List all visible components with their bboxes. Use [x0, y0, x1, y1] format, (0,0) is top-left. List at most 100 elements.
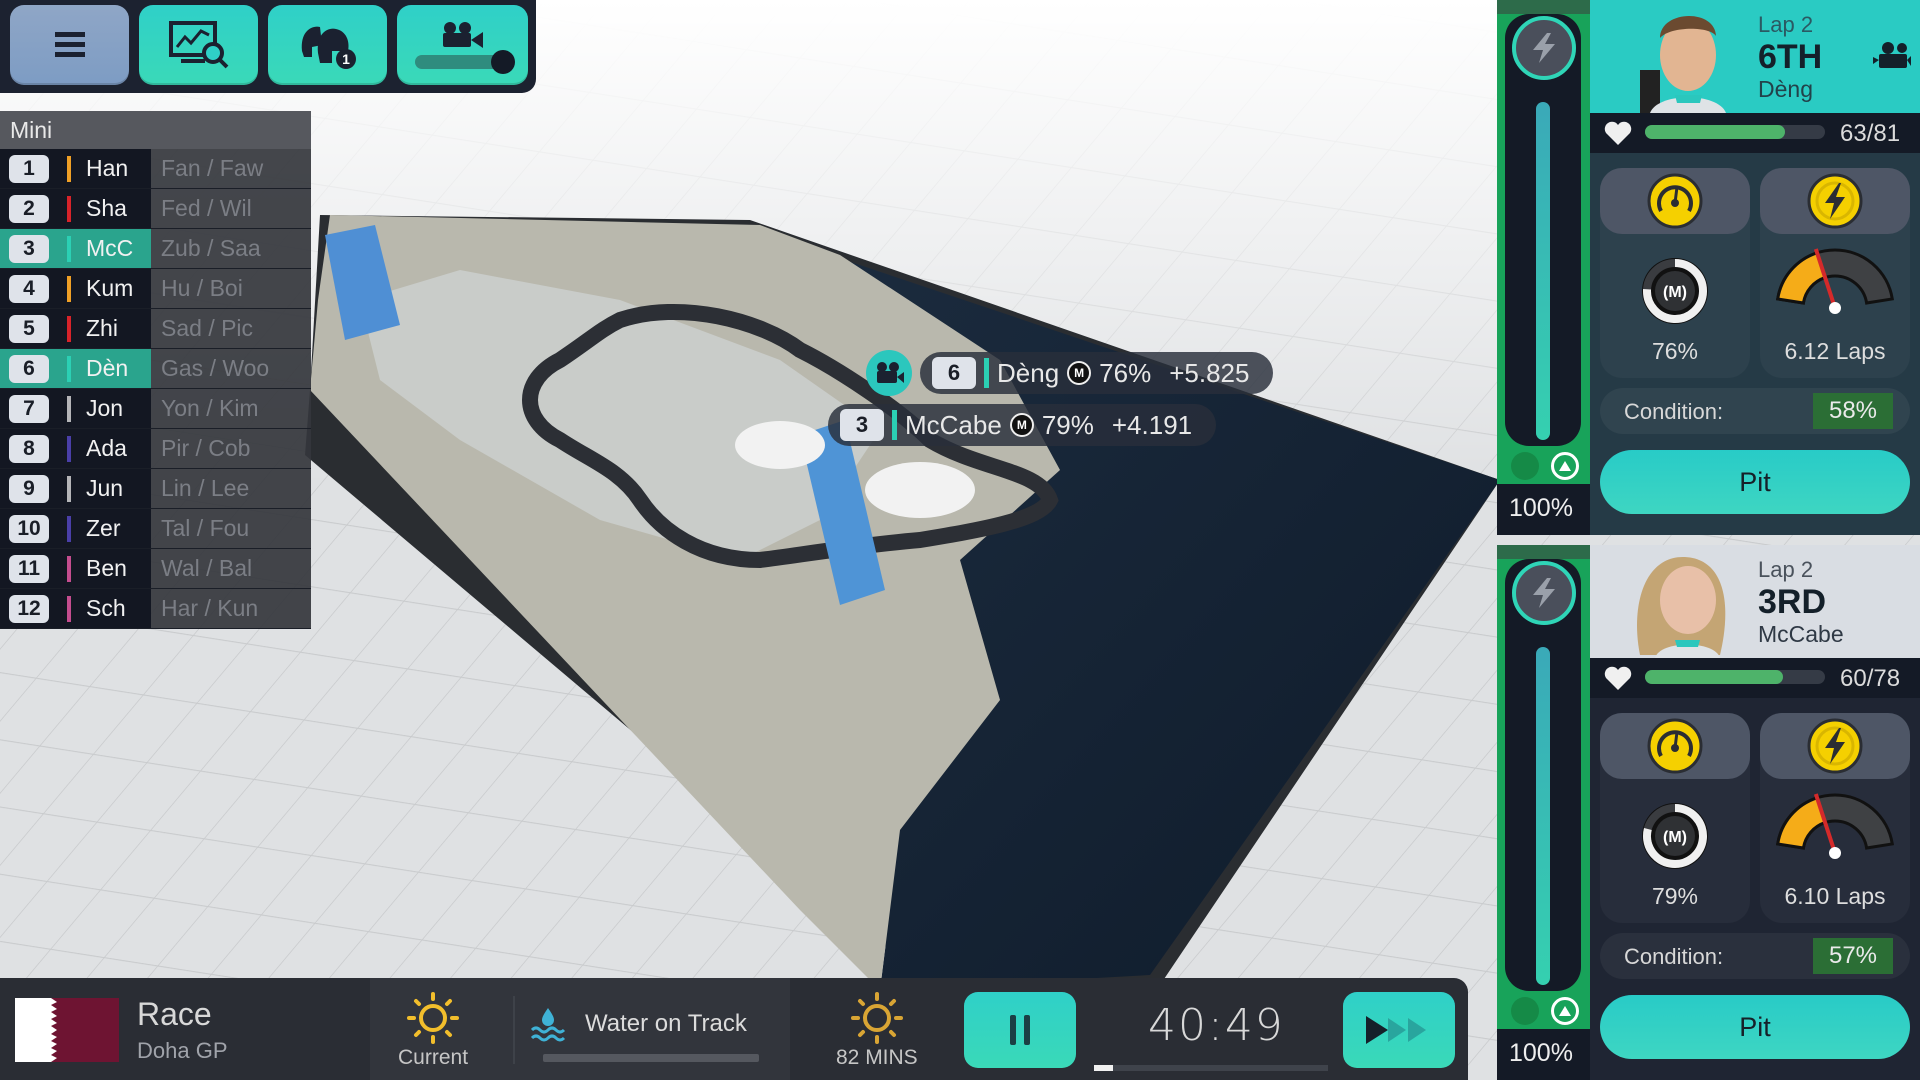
- ers-up-button[interactable]: [1551, 997, 1579, 1025]
- hamburger-menu-icon: [54, 32, 85, 57]
- driver-card: 100% Lap 2 6TH Dèng 63/81 (M) 76% 6.12 L…: [1497, 0, 1920, 535]
- lap-label: Lap 2: [1758, 557, 1814, 582]
- standings-row[interactable]: 11 Ben Wal / Bal: [0, 549, 311, 589]
- svg-text:1: 1: [342, 51, 350, 67]
- position-badge: 8: [9, 434, 49, 463]
- tag-position: 3: [840, 409, 884, 441]
- event-name: Doha GP: [137, 1038, 228, 1063]
- ers-top-strip: [1497, 0, 1590, 14]
- lightning-icon: [1533, 578, 1555, 608]
- standings-row[interactable]: 2 Sha Fed / Wil: [0, 189, 311, 229]
- standings-detail: Lin / Lee: [151, 469, 311, 508]
- ers-boost-button[interactable]: [1512, 16, 1576, 80]
- standings-row[interactable]: 6 Dèn Gas / Woo: [0, 349, 311, 389]
- fuel-stat-box[interactable]: 6.12 Laps: [1760, 168, 1910, 378]
- ers-track: [1505, 559, 1581, 991]
- pause-icon: [1010, 1015, 1030, 1045]
- pause-button[interactable]: [964, 992, 1076, 1068]
- ers-mode-indicator[interactable]: [1511, 452, 1539, 480]
- tag-tire-pct: 79%: [1041, 409, 1094, 440]
- ers-percent: 100%: [1509, 1039, 1573, 1067]
- ers-mode-indicator[interactable]: [1511, 997, 1539, 1025]
- menu-button[interactable]: [10, 5, 130, 85]
- health-bar: [1645, 125, 1825, 139]
- ers-boost-button[interactable]: [1512, 561, 1576, 625]
- standings-row[interactable]: 8 Ada Pir / Cob: [0, 429, 311, 469]
- driver-name: Dèng: [1758, 76, 1813, 102]
- standings-title: Mini: [0, 111, 311, 149]
- pit-button[interactable]: Pit: [1600, 995, 1910, 1059]
- position-badge: 4: [9, 274, 49, 303]
- condition-value: 57%: [1813, 938, 1893, 974]
- driver-tag-deng[interactable]: 6 Dèng M 76% +5.825: [920, 352, 1274, 394]
- driver-abbrev: Sch: [86, 595, 126, 621]
- tire-stat-box[interactable]: (M) 79%: [1600, 713, 1750, 923]
- pit-button[interactable]: Pit: [1600, 450, 1910, 514]
- camera-slider[interactable]: [414, 50, 515, 74]
- standings-row[interactable]: 3 McC Zub / Saa: [0, 229, 311, 269]
- driver-abbrev: Zer: [86, 515, 121, 541]
- speedometer-icon: [1647, 718, 1703, 774]
- ers-level-bar[interactable]: [1536, 647, 1550, 985]
- weather-current[interactable]: Current: [398, 992, 468, 1070]
- ers-top-strip: [1497, 545, 1590, 559]
- follow-camera-icon[interactable]: [866, 350, 912, 396]
- driver-tag-mccabe[interactable]: 3 McCabe M 79% +4.191: [828, 404, 1217, 446]
- standings-driver-cell: 3 McC: [0, 229, 151, 268]
- weather-current-label: Current: [398, 1046, 469, 1069]
- driver-portrait: [1637, 556, 1726, 658]
- driver-card-main: Lap 2 6TH Dèng 63/81 (M) 76% 6.12 Laps C…: [1590, 0, 1920, 535]
- water-on-track-label: Water on Track: [585, 1010, 747, 1037]
- standings-row[interactable]: 7 Jon Yon / Kim: [0, 389, 311, 429]
- session-type: Race: [137, 996, 212, 1032]
- driver-abbrev: Jon: [86, 395, 124, 421]
- telemetry-button[interactable]: [139, 5, 259, 85]
- standings-row[interactable]: 1 Han Fan / Faw: [0, 149, 311, 189]
- ers-level-bar[interactable]: [1536, 102, 1550, 440]
- qatar-flag-icon: [15, 998, 119, 1062]
- standings-row[interactable]: 10 Zer Tal / Fou: [0, 509, 311, 549]
- ers-up-button[interactable]: [1551, 452, 1579, 480]
- tire-wear-value: 79%: [1651, 883, 1699, 909]
- team-color-bar: [67, 235, 71, 262]
- standings-row[interactable]: 4 Kum Hu / Boi: [0, 269, 311, 309]
- team-color-bar: [67, 435, 71, 462]
- tire-mode-button[interactable]: [1600, 713, 1750, 779]
- driver-abbrev: Kum: [86, 275, 134, 301]
- driver-header[interactable]: Lap 2 6TH Dèng: [1590, 0, 1920, 113]
- lap-label: Lap 2: [1758, 12, 1814, 37]
- standings-row[interactable]: 5 Zhi Sad / Pic: [0, 309, 311, 349]
- tire-mode-button[interactable]: [1600, 168, 1750, 234]
- camera-button[interactable]: [397, 5, 529, 85]
- standings-detail: Har / Kun: [151, 589, 311, 628]
- condition-value: 58%: [1813, 393, 1893, 429]
- team-color-bar: [67, 595, 71, 622]
- session-progress-bar: [1094, 1065, 1328, 1071]
- standings-detail: Sad / Pic: [151, 309, 311, 348]
- driver-abbrev: Jun: [86, 475, 124, 501]
- ers-percent: 100%: [1509, 494, 1573, 522]
- fast-forward-button[interactable]: [1343, 992, 1455, 1068]
- standings-detail: Tal / Fou: [151, 509, 311, 548]
- standings-detail: Fed / Wil: [151, 189, 311, 228]
- standings-detail: Fan / Faw: [151, 149, 311, 188]
- standings-driver-cell: 8 Ada: [0, 429, 151, 468]
- driver-abbrev: Han: [86, 155, 129, 181]
- camera-slider-knob[interactable]: [490, 50, 515, 74]
- team-color-bar: [67, 555, 71, 582]
- drivers-button[interactable]: 1: [268, 5, 388, 85]
- tire-stat-box[interactable]: (M) 76%: [1600, 168, 1750, 378]
- position-badge: 7: [9, 394, 49, 423]
- fuel-stat-box[interactable]: 6.10 Laps: [1760, 713, 1910, 923]
- standings-row[interactable]: 9 Jun Lin / Lee: [0, 469, 311, 509]
- driver-header[interactable]: Lap 2 3RD McCabe: [1590, 545, 1920, 658]
- standings-row[interactable]: 12 Sch Har / Kun: [0, 589, 311, 629]
- video-camera-icon[interactable]: [1873, 40, 1911, 72]
- standings-driver-cell: 12 Sch: [0, 589, 151, 628]
- fast-forward-icon: [1366, 1016, 1426, 1044]
- weather-forecast[interactable]: 82 MINS: [836, 992, 918, 1070]
- standings-driver-cell: 11 Ben: [0, 549, 151, 588]
- team-color-bar: [67, 515, 71, 542]
- driver-portrait: [1640, 15, 1726, 113]
- position-badge: 5: [9, 314, 49, 343]
